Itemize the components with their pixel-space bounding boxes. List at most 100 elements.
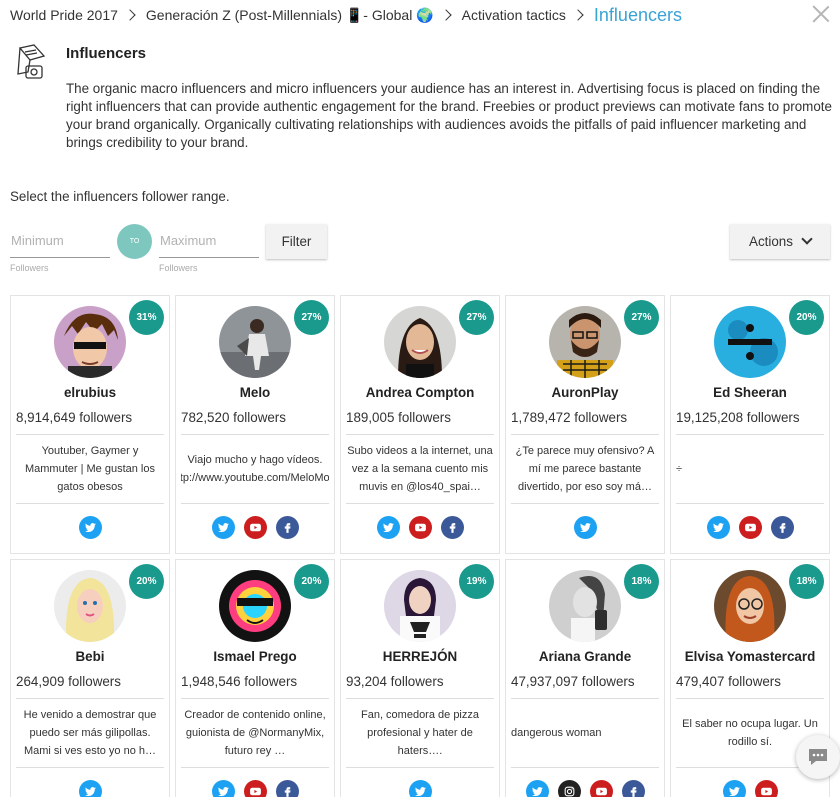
avatar[interactable] — [384, 306, 456, 378]
follower-count: 47,937,097 followers — [511, 674, 635, 689]
chat-button[interactable] — [796, 735, 840, 779]
follower-count: 1,789,472 followers — [511, 410, 628, 425]
actions-button[interactable]: Actions — [730, 224, 830, 259]
influencer-card[interactable]: 20% Ismael Prego 1,948,546 followers Creado… — [175, 559, 335, 797]
close-icon[interactable] — [812, 5, 830, 23]
avatar[interactable] — [219, 306, 291, 378]
avatar[interactable] — [219, 570, 291, 642]
twitter-icon[interactable] — [376, 516, 400, 539]
chevron-right-icon — [124, 9, 136, 21]
facebook-icon[interactable] — [275, 780, 299, 797]
avatar[interactable] — [384, 570, 456, 642]
influencer-name[interactable]: Bebi — [11, 649, 169, 664]
influencer-card[interactable]: 27% Melo 782,520 followers Viajo mucho y ha… — [175, 295, 335, 554]
social-links — [176, 780, 334, 797]
twitter-icon[interactable] — [211, 516, 235, 539]
influencer-card[interactable]: 20% Bebi 264,909 followers He venido a demo… — [10, 559, 170, 797]
youtube-icon[interactable] — [408, 516, 432, 539]
influencer-bio-text: Viajo mucho y hago vídeos. http://www.yo… — [181, 454, 329, 484]
facebook-icon[interactable] — [275, 516, 299, 539]
influencer-card[interactable]: 19% HERREJÓN 93,204 followers Fan, comedora… — [340, 559, 500, 797]
influencer-bio: dangerous woman — [511, 698, 659, 768]
minimum-field-wrapper: Followers — [10, 224, 110, 273]
social-links — [506, 516, 664, 539]
instagram-icon[interactable] — [557, 780, 581, 797]
follower-count: 19,125,208 followers — [676, 410, 800, 425]
breadcrumb-item-world-pride[interactable]: World Pride 2017 — [10, 7, 118, 23]
chevron-down-icon — [801, 233, 813, 245]
twitter-icon[interactable] — [408, 780, 432, 797]
influencer-name[interactable]: AuronPlay — [506, 385, 664, 400]
avatar[interactable] — [549, 570, 621, 642]
influencer-card[interactable]: 27% AuronPlay 1,789,472 followers ¿Te parec… — [505, 295, 665, 554]
facebook-icon[interactable] — [440, 516, 464, 539]
breadcrumb: World Pride 2017 Generación Z (Post-Mill… — [10, 5, 682, 25]
avatar[interactable] — [549, 306, 621, 378]
social-links — [506, 780, 664, 797]
minimum-followers-input[interactable] — [10, 224, 110, 258]
affinity-percent-badge: 18% — [789, 564, 824, 599]
twitter-icon[interactable] — [78, 780, 102, 797]
influencer-name[interactable]: elrubius — [11, 385, 169, 400]
filter-button[interactable]: Filter — [266, 224, 327, 259]
youtube-icon[interactable] — [243, 780, 267, 797]
chat-bubble-icon — [809, 749, 827, 765]
influencer-bio: Subo videos a la internet, una vez a la … — [346, 434, 494, 504]
influencer-bio-text: Fan, comedora de pizza profesional y hat… — [360, 709, 479, 757]
facebook-icon[interactable] — [621, 780, 645, 797]
influencer-card[interactable]: 18% Ariana Grande 47,937,097 followers dang… — [505, 559, 665, 797]
affinity-percent-badge: 19% — [459, 564, 494, 599]
twitter-icon[interactable] — [78, 516, 102, 539]
breadcrumb-item-activation-tactics[interactable]: Activation tactics — [462, 7, 566, 23]
twitter-icon[interactable] — [211, 780, 235, 797]
youtube-icon[interactable] — [738, 516, 762, 539]
influencer-name[interactable]: Ariana Grande — [506, 649, 664, 664]
actions-button-label: Actions — [749, 234, 793, 249]
affinity-percent-badge: 18% — [624, 564, 659, 599]
influencer-bio-text: Youtuber, Gaymer y Mammuter | Me gustan … — [24, 445, 155, 493]
twitter-icon[interactable] — [525, 780, 549, 797]
chevron-right-icon — [572, 9, 584, 21]
social-links — [341, 780, 499, 797]
influencer-bio: Creador de contenido online, guionista d… — [181, 698, 329, 768]
social-links — [11, 516, 169, 539]
avatar[interactable] — [714, 570, 786, 642]
influencer-name[interactable]: Ed Sheeran — [671, 385, 829, 400]
maximum-field-wrapper: Followers — [159, 224, 259, 273]
affinity-percent-badge: 27% — [294, 300, 329, 335]
maximum-followers-input[interactable] — [159, 224, 259, 258]
avatar[interactable] — [54, 306, 126, 378]
twitter-icon[interactable] — [706, 516, 730, 539]
influencer-bio: He venido a demostrar que puedo ser más … — [16, 698, 164, 768]
minimum-followers-label: Followers — [10, 263, 49, 273]
follower-count: 93,204 followers — [346, 674, 444, 689]
twitter-icon[interactable] — [573, 516, 597, 539]
influencer-name[interactable]: Elvisa Yomastercard — [671, 649, 829, 664]
youtube-icon[interactable] — [589, 780, 613, 797]
breadcrumb-item-generacion-z[interactable]: Generación Z (Post-Millennials) 📱- Globa… — [146, 7, 434, 24]
social-links — [341, 516, 499, 539]
influencer-name[interactable]: Ismael Prego — [176, 649, 334, 664]
influencer-bio-text: ¿Te parece muy ofensivo? A mí me parece … — [515, 445, 655, 493]
influencer-name[interactable]: HERREJÓN — [341, 649, 499, 664]
youtube-icon[interactable] — [754, 780, 778, 797]
affinity-percent-badge: 20% — [789, 300, 824, 335]
follower-filter: Followers TO Followers Filter Actions — [10, 224, 830, 278]
breadcrumb-item-influencers: Influencers — [593, 4, 682, 25]
influencer-name[interactable]: Andrea Compton — [341, 385, 499, 400]
youtube-icon[interactable] — [243, 516, 267, 539]
influencer-card[interactable]: 27% Andrea Compton 189,005 followers Subo v… — [340, 295, 500, 554]
avatar[interactable] — [714, 306, 786, 378]
affinity-percent-badge: 27% — [624, 300, 659, 335]
influencer-bio-text: He venido a demostrar que puedo ser más … — [23, 709, 157, 757]
influencer-card[interactable]: 20% Ed Sheeran 19,125,208 followers ÷ — [670, 295, 830, 554]
influencer-bio: Viajo mucho y hago vídeos. http://www.yo… — [181, 434, 329, 504]
affinity-percent-badge: 20% — [129, 564, 164, 599]
influencer-bio-text: ÷ — [676, 463, 683, 475]
influencer-card[interactable]: 31% elrubius 8,914,649 followers Youtuber, … — [10, 295, 170, 554]
follower-count: 1,948,546 followers — [181, 674, 298, 689]
avatar[interactable] — [54, 570, 126, 642]
influencer-name[interactable]: Melo — [176, 385, 334, 400]
twitter-icon[interactable] — [722, 780, 746, 797]
facebook-icon[interactable] — [770, 516, 794, 539]
